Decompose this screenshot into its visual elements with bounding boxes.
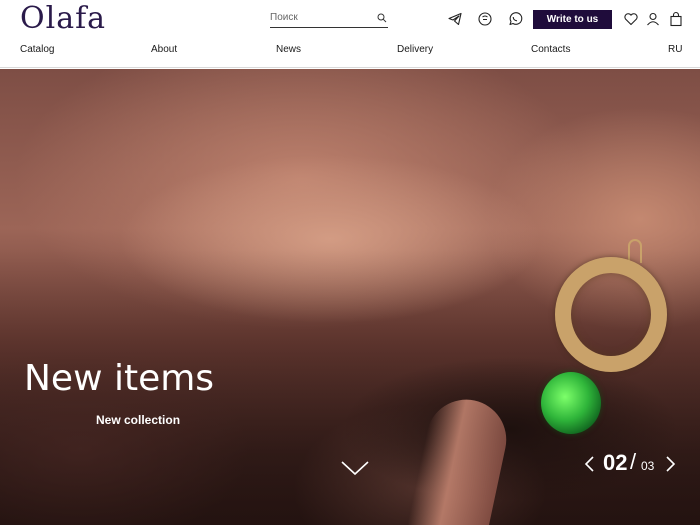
search-placeholder[interactable]: Поиск xyxy=(270,12,298,23)
slider-pager: 02 / 03 xyxy=(583,449,683,479)
write-to-us-button[interactable]: Write to us xyxy=(533,10,612,29)
chevron-right-icon[interactable] xyxy=(665,455,677,473)
hero-title: New items xyxy=(24,358,215,399)
user-icon[interactable] xyxy=(645,11,661,27)
nav-catalog[interactable]: Catalog xyxy=(20,44,54,56)
slide-separator: / xyxy=(630,449,637,474)
language-switcher[interactable]: RU xyxy=(668,44,682,56)
nav-news[interactable]: News xyxy=(276,44,301,56)
hero-subtitle[interactable]: New collection xyxy=(96,413,180,427)
heart-icon[interactable] xyxy=(623,11,639,27)
telegram-icon[interactable] xyxy=(447,11,463,27)
earring-ring xyxy=(555,257,667,372)
hero-banner: New items New collection 02 / 03 xyxy=(0,69,700,525)
nav-delivery[interactable]: Delivery xyxy=(397,44,433,56)
search-icon[interactable] xyxy=(377,13,387,23)
slide-total: 03 xyxy=(641,459,655,473)
site-logo[interactable]: Olafa xyxy=(20,3,106,35)
site-header: Olafa Поиск Write to us Catalog About Ne… xyxy=(0,0,700,68)
chevron-left-icon[interactable] xyxy=(583,455,595,473)
bag-icon[interactable] xyxy=(668,11,684,27)
earring-gem xyxy=(541,372,601,434)
nav-contacts[interactable]: Contacts xyxy=(531,44,570,56)
whatsapp-icon[interactable] xyxy=(507,11,523,27)
viber-icon[interactable] xyxy=(477,11,493,27)
scroll-down-icon[interactable] xyxy=(340,459,370,477)
nav-about[interactable]: About xyxy=(151,44,177,56)
earring-hook xyxy=(628,239,642,263)
search-input[interactable]: Поиск xyxy=(270,11,388,28)
slide-current: 02 xyxy=(603,450,628,475)
